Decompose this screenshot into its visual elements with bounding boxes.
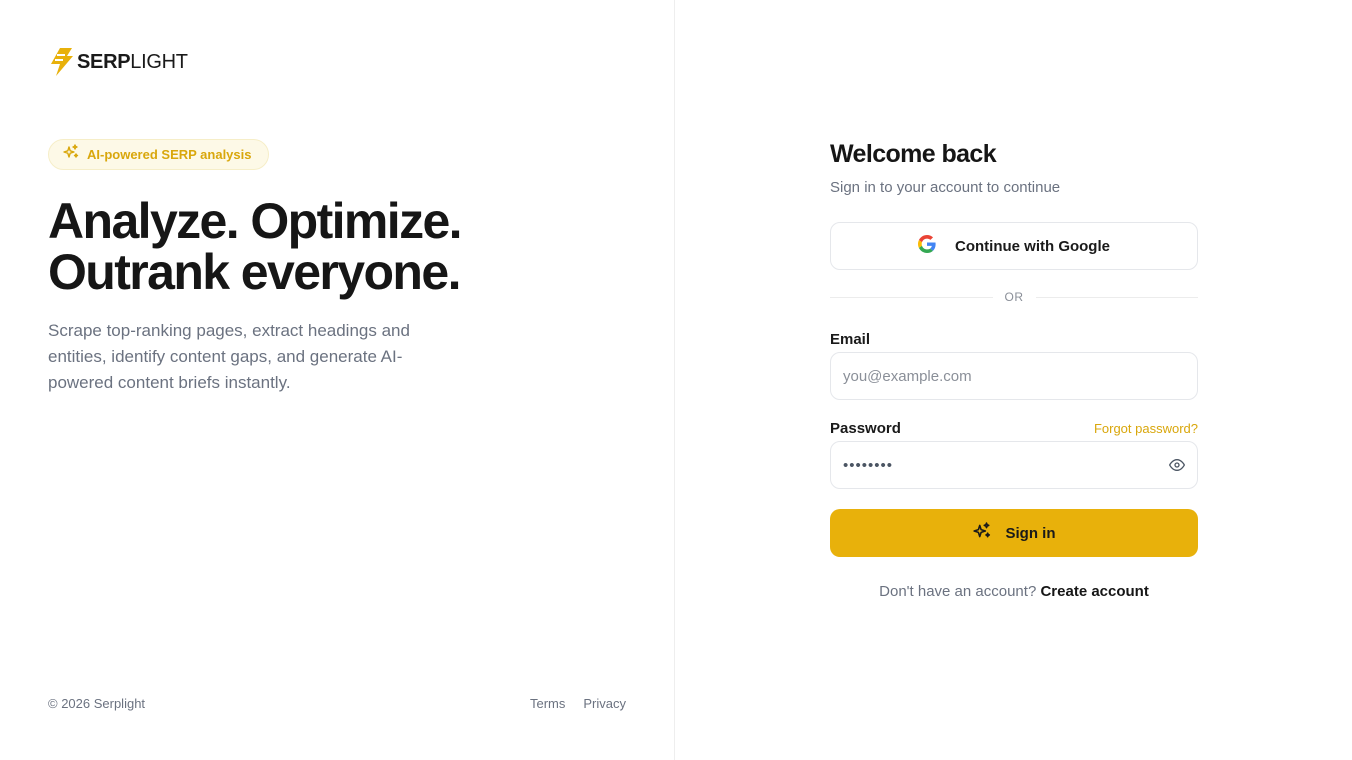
divider-line [1035, 296, 1198, 298]
ai-badge: AI-powered SERP analysis [48, 139, 269, 170]
email-field[interactable] [843, 367, 1185, 385]
password-field[interactable]: •••••••• [843, 457, 1169, 474]
right-panel: Welcome back Sign in to your account to … [676, 0, 1352, 760]
sparkles-icon [63, 144, 79, 165]
lightning-bolt-icon [48, 47, 74, 77]
password-label-row: Password Forgot password? [830, 420, 1198, 437]
eye-icon[interactable] [1169, 457, 1185, 473]
divider-line [830, 296, 993, 298]
create-account-link[interactable]: Create account [1040, 583, 1148, 600]
signup-prompt: Don't have an account? Create account [830, 583, 1198, 600]
password-field-wrapper: •••••••• [830, 441, 1198, 489]
signin-button[interactable]: Sign in [830, 509, 1198, 557]
headline-line-2: Outrank everyone. [48, 244, 461, 300]
hero-description: Scrape top-ranking pages, extract headin… [48, 321, 410, 392]
google-icon [918, 235, 936, 257]
signin-button-label: Sign in [1005, 524, 1056, 542]
badge-label: AI-powered SERP analysis [87, 147, 252, 162]
sparkles-icon [972, 522, 991, 544]
form-subtitle: Sign in to your account to continue [830, 179, 1061, 196]
privacy-link[interactable]: Privacy [583, 696, 626, 711]
terms-link[interactable]: Terms [530, 696, 565, 711]
google-button-label: Continue with Google [955, 237, 1110, 255]
forgot-password-link[interactable]: Forgot password? [1094, 421, 1198, 436]
copyright: © 2026 Serplight [48, 696, 146, 711]
google-signin-button[interactable]: Continue with Google [830, 222, 1198, 270]
email-label-row: Email [830, 331, 1198, 348]
footer-links: Terms Privacy [530, 696, 626, 711]
password-label: Password [830, 420, 901, 437]
headline-line-1: Analyze. Optimize. [48, 193, 463, 249]
divider-text: OR [1004, 290, 1024, 304]
logo-text: SERPLIGHT [77, 50, 188, 73]
email-label: Email [830, 331, 871, 348]
left-panel: SERPLIGHT AI-powered SERP analysis Analy… [0, 0, 675, 760]
form-title: Welcome back [830, 140, 997, 168]
signin-form: Welcome back Sign in to your account to … [830, 140, 1198, 600]
email-field-wrapper [830, 352, 1198, 400]
logo[interactable]: SERPLIGHT [48, 47, 188, 77]
no-account-text: Don't have an account? [879, 583, 1037, 600]
hero-headline: Analyze. Optimize. Outrank everyone. [48, 193, 463, 300]
or-divider: OR [830, 290, 1198, 304]
